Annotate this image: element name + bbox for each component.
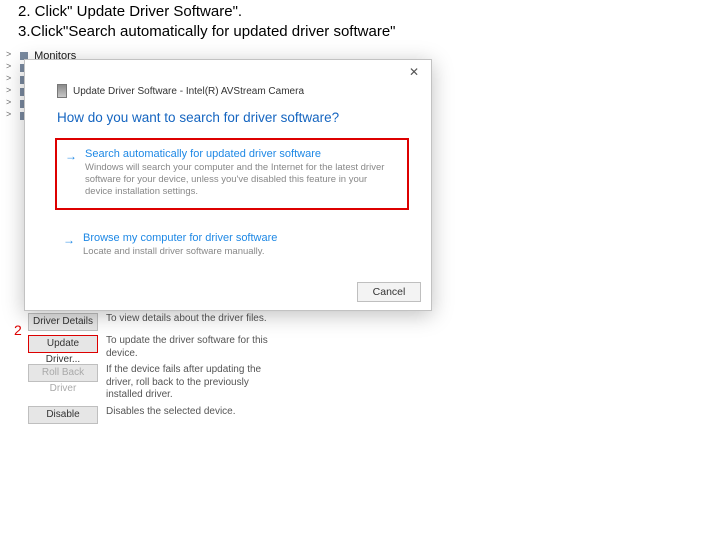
prop-row-update-driver: Update Driver... To update the driver so… [28, 333, 278, 362]
option-browse-computer[interactable]: → Browse my computer for driver software… [55, 224, 409, 268]
option1-title: Search automatically for updated driver … [85, 148, 397, 160]
option2-title: Browse my computer for driver software [83, 232, 399, 244]
dialog-title: Update Driver Software - Intel(R) AVStre… [73, 86, 304, 97]
driver-details-button[interactable]: Driver Details [28, 313, 98, 331]
disable-device-desc: Disables the selected device. [106, 406, 278, 419]
options-area: → Search automatically for updated drive… [55, 138, 409, 268]
chevron-right-icon[interactable]: > [6, 49, 11, 59]
update-driver-desc: To update the driver software for this d… [106, 335, 278, 360]
prop-row-driver-details: Driver Details To view details about the… [28, 311, 278, 333]
close-icon[interactable]: ✕ [405, 64, 423, 80]
chevron-right-icon[interactable]: > [6, 97, 11, 107]
chevron-right-icon[interactable]: > [6, 61, 11, 71]
arrow-right-icon: → [65, 149, 77, 163]
rollback-driver-desc: If the device fails after updating the d… [106, 364, 278, 402]
chevron-right-icon[interactable]: > [6, 73, 11, 83]
instruction-line-1: 2. Click" Update Driver Software". [18, 2, 395, 22]
chevron-right-icon[interactable]: > [6, 85, 11, 95]
driver-properties-panel: Driver Details To view details about the… [28, 311, 278, 426]
chevron-right-icon[interactable]: > [6, 109, 11, 119]
callout-marker-2: 2 [14, 322, 22, 338]
disable-device-button[interactable]: Disable [28, 406, 98, 424]
driver-details-desc: To view details about the driver files. [106, 313, 278, 326]
prop-row-disable: Disable Disables the selected device. [28, 404, 278, 426]
arrow-right-icon: → [63, 233, 75, 247]
rollback-driver-button: Roll Back Driver [28, 364, 98, 382]
update-driver-dialog: ✕ Update Driver Software - Intel(R) AVSt… [24, 59, 432, 311]
instruction-text: 2. Click" Update Driver Software". 3.Cli… [18, 2, 395, 43]
dialog-footer: Cancel [357, 282, 421, 302]
dialog-heading: How do you want to search for driver sof… [57, 110, 339, 125]
device-icon [57, 84, 67, 98]
cancel-button[interactable]: Cancel [357, 282, 421, 302]
update-driver-button[interactable]: Update Driver... [28, 335, 98, 353]
dialog-title-row: Update Driver Software - Intel(R) AVStre… [57, 84, 304, 98]
option2-desc: Locate and install driver software manua… [83, 246, 399, 258]
instruction-line-2: 3.Click"Search automatically for updated… [18, 22, 395, 42]
option1-desc: Windows will search your computer and th… [85, 162, 397, 198]
prop-row-rollback: Roll Back Driver If the device fails aft… [28, 362, 278, 404]
option-search-automatically[interactable]: → Search automatically for updated drive… [55, 138, 409, 210]
